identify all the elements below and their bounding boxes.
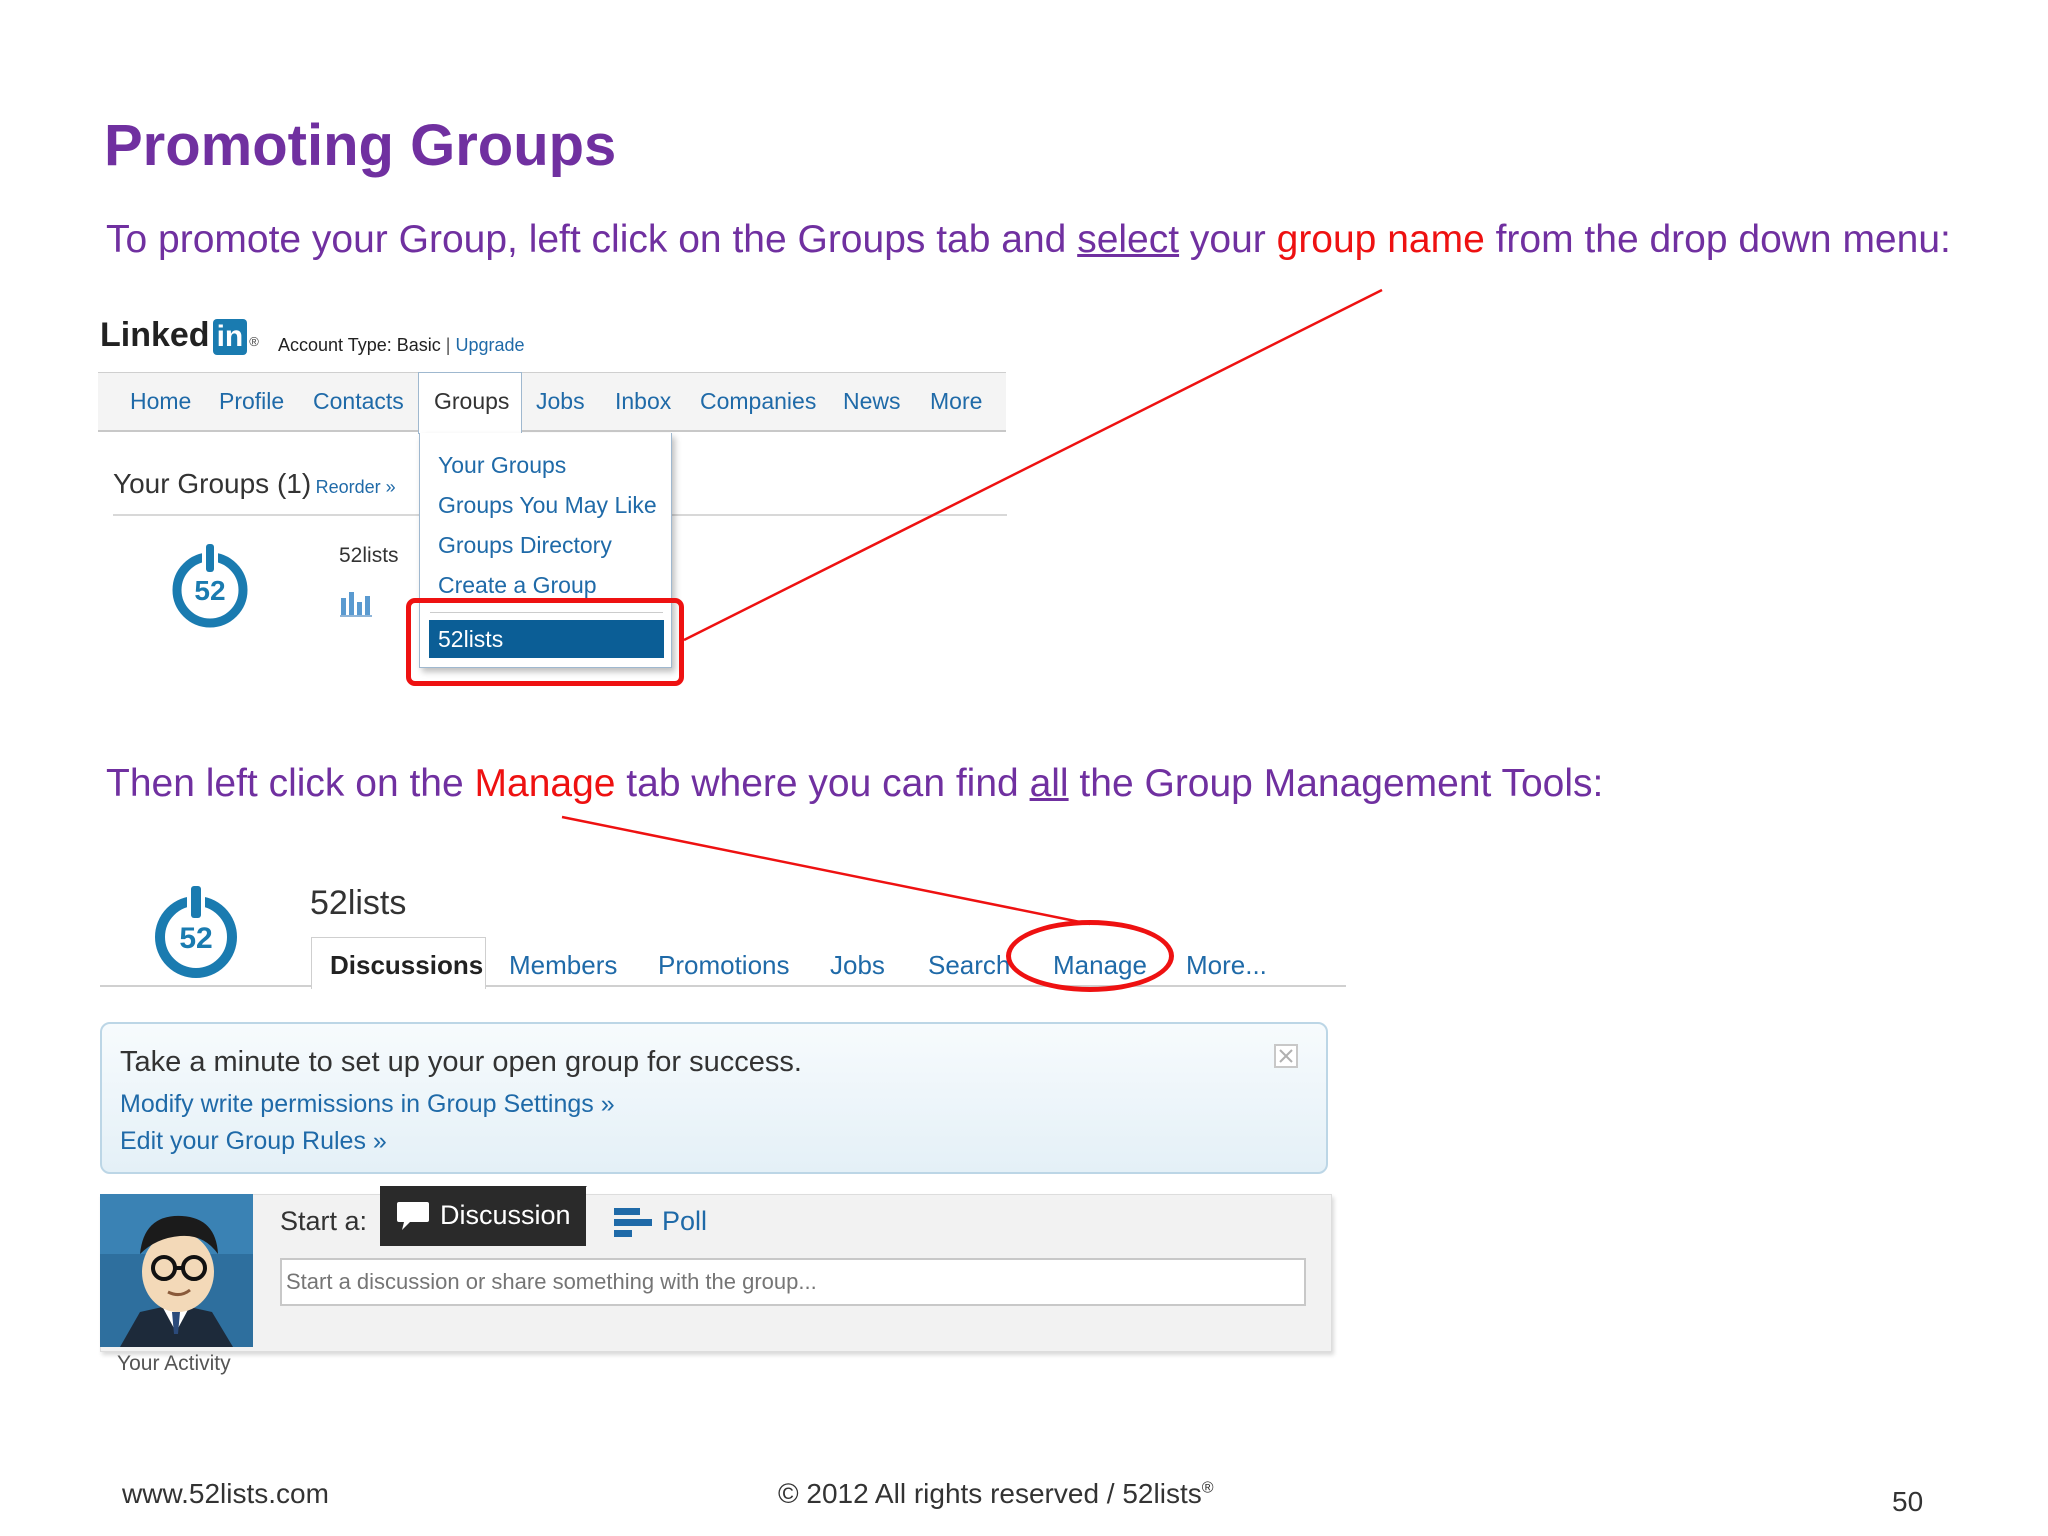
footer-registered: ® xyxy=(1201,1479,1214,1497)
discussion-button-label: Discussion xyxy=(440,1200,571,1230)
footer-copyright-text: © 2012 All rights reserved / 52lists xyxy=(778,1478,1202,1509)
instruction-2-part2: tab where you can find xyxy=(615,762,1030,805)
nav-tab-profile[interactable]: Profile xyxy=(219,388,284,415)
group-name-label[interactable]: 52lists xyxy=(339,544,399,568)
close-icon[interactable] xyxy=(1274,1044,1298,1068)
group-logo-number: 52 xyxy=(194,575,225,606)
dropdown-item-your-groups[interactable]: Your Groups xyxy=(438,452,566,479)
group-tab-jobs[interactable]: Jobs xyxy=(830,950,885,981)
instruction-1: To promote your Group, left click on the… xyxy=(106,218,1951,262)
notice-link-write-permissions[interactable]: Modify write permissions in Group Settin… xyxy=(120,1090,615,1119)
arrow-line-to-52lists xyxy=(683,288,1383,642)
discussion-input[interactable] xyxy=(280,1258,1306,1306)
group-page-logo-number: 52 xyxy=(179,922,212,955)
linkedin-logo[interactable]: Linked in ® xyxy=(100,316,259,355)
instruction-2-all: all xyxy=(1029,762,1069,805)
poll-icon xyxy=(614,1208,652,1237)
nav-tab-groups[interactable]: Groups xyxy=(434,388,509,415)
slide-title: Promoting Groups xyxy=(104,113,617,178)
instruction-1-part3: from the drop down menu: xyxy=(1484,218,1951,261)
group-stats-icon[interactable] xyxy=(340,588,374,618)
group-tab-members[interactable]: Members xyxy=(509,950,617,981)
group-tab-more[interactable]: More... xyxy=(1186,950,1267,981)
discussion-tab-corner xyxy=(579,1186,587,1194)
arrow-line-to-manage xyxy=(561,815,1091,926)
nav-tab-home[interactable]: Home xyxy=(130,388,191,415)
nav-tab-companies[interactable]: Companies xyxy=(700,388,816,415)
your-groups-title: Your Groups (1) xyxy=(113,468,312,499)
highlight-ellipse-manage xyxy=(1006,920,1174,992)
footer-copyright: © 2012 All rights reserved / 52lists® xyxy=(778,1478,1214,1510)
speech-bubble-icon xyxy=(397,1202,429,1230)
group-tabs-underline xyxy=(100,985,1346,987)
instruction-1-group-name: group name xyxy=(1276,218,1485,261)
group-logo-icon[interactable]: 52 xyxy=(168,540,252,630)
group-page-name: 52lists xyxy=(310,884,407,922)
instruction-1-part2: your xyxy=(1179,218,1277,261)
instruction-2-part3: the Group Management Tools: xyxy=(1068,762,1604,805)
group-tab-promotions[interactable]: Promotions xyxy=(658,950,790,981)
reorder-link[interactable]: Reorder » xyxy=(316,477,396,497)
instruction-2-part1: Then left click on the xyxy=(106,762,475,805)
highlight-box-52lists xyxy=(406,598,684,686)
page-number: 50 xyxy=(1892,1486,1924,1517)
instruction-1-select: select xyxy=(1077,218,1180,261)
instruction-1-part1: To promote your Group, left click on the… xyxy=(106,218,1078,261)
account-separator: | xyxy=(445,335,451,355)
notice-link-group-rules[interactable]: Edit your Group Rules » xyxy=(120,1127,387,1156)
composer-start-label: Start a: xyxy=(280,1206,368,1236)
nav-tab-jobs[interactable]: Jobs xyxy=(536,388,585,415)
nav-tab-contacts[interactable]: Contacts xyxy=(313,388,404,415)
instruction-2: Then left click on the Manage tab where … xyxy=(106,762,1603,806)
upgrade-link[interactable]: Upgrade xyxy=(455,335,524,355)
nav-tab-inbox[interactable]: Inbox xyxy=(615,388,671,415)
footer-website[interactable]: www.52lists.com xyxy=(122,1478,329,1510)
notice-heading: Take a minute to set up your open group … xyxy=(120,1046,802,1078)
dropdown-item-create-group[interactable]: Create a Group xyxy=(438,572,597,599)
nav-tab-news[interactable]: News xyxy=(843,388,901,415)
group-tab-search[interactable]: Search xyxy=(928,950,1010,981)
your-activity-label[interactable]: Your Activity xyxy=(117,1352,231,1376)
discussion-button[interactable]: Discussion xyxy=(380,1186,586,1246)
account-type-label: Account Type: Basic xyxy=(278,335,441,355)
account-type: Account Type: Basic | Upgrade xyxy=(278,335,525,356)
linkedin-logo-in: in xyxy=(212,319,248,355)
nav-tab-more[interactable]: More xyxy=(930,388,982,415)
linkedin-registered: ® xyxy=(249,334,259,349)
instruction-2-manage: Manage xyxy=(474,762,616,805)
group-tab-discussions[interactable]: Discussions xyxy=(330,950,483,981)
linkedin-logo-text: Linked xyxy=(100,316,210,354)
dropdown-item-groups-you-may-like[interactable]: Groups You May Like xyxy=(438,492,657,519)
group-page-logo-icon[interactable]: 52 xyxy=(150,882,242,980)
poll-button-label: Poll xyxy=(662,1206,708,1236)
your-groups-heading: Your Groups (1) Reorder » xyxy=(113,468,396,500)
dropdown-item-groups-directory[interactable]: Groups Directory xyxy=(438,532,612,559)
avatar[interactable] xyxy=(100,1194,253,1347)
